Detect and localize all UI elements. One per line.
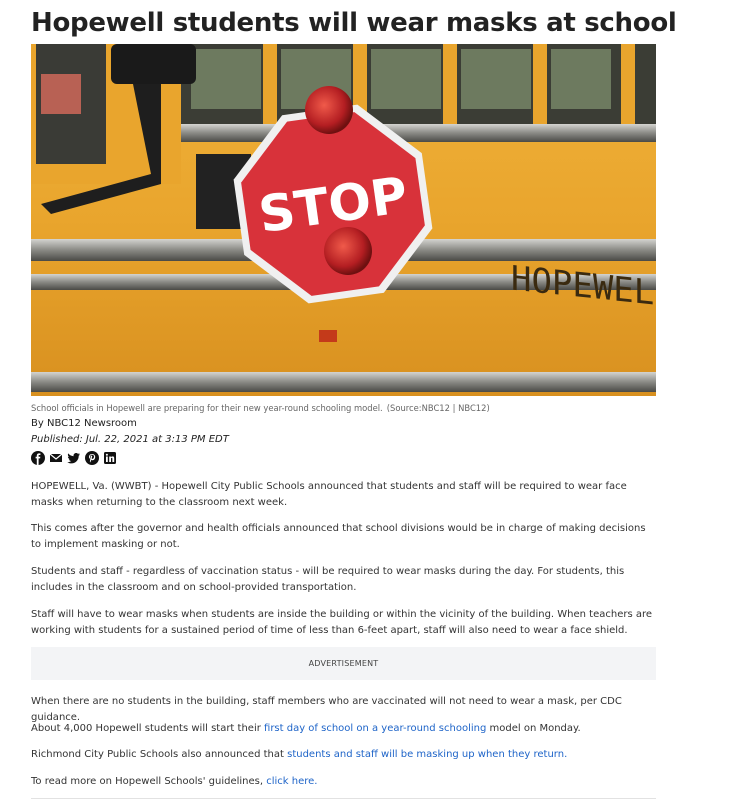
advertisement-slot: ADVERTISEMENT: [31, 647, 656, 680]
click-here-link[interactable]: click here.: [266, 776, 317, 787]
published-date: Published: Jul. 22, 2021 at 3:13 PM EDT: [31, 434, 229, 445]
article-paragraph: This comes after the governor and health…: [31, 523, 646, 550]
pinterest-icon[interactable]: [85, 450, 99, 465]
article-paragraph: About 4,000 Hopewell students will start…: [31, 721, 656, 737]
richmond-masking-link[interactable]: students and staff will be masking up wh…: [287, 749, 567, 760]
divider: [31, 798, 656, 799]
advertisement-label: ADVERTISEMENT: [308, 659, 379, 668]
image-caption-text: School officials in Hopewell are prepari…: [31, 403, 383, 413]
article-paragraph: Richmond City Public Schools also announ…: [31, 747, 656, 763]
linkedin-icon[interactable]: [103, 450, 117, 464]
article-hero-image: HOPEWELL CITY PU STOP: [31, 44, 656, 396]
byline: By NBC12 Newsroom: [31, 418, 137, 429]
image-credit: (Source:NBC12 | NBC12): [386, 403, 490, 413]
facebook-icon[interactable]: [31, 450, 45, 465]
article-paragraph: HOPEWELL, Va. (WWBT) - Hopewell City Pub…: [31, 481, 627, 508]
image-caption: School officials in Hopewell are prepari…: [31, 403, 490, 413]
email-icon[interactable]: [49, 450, 63, 464]
paragraph-text: About 4,000 Hopewell students will start…: [31, 723, 265, 734]
share-bar: [31, 450, 117, 465]
year-round-schooling-link[interactable]: first day of school on a year-round scho…: [264, 723, 486, 734]
paragraph-text: model on Monday.: [486, 723, 581, 734]
article-headline: Hopewell students will wear masks at sch…: [31, 8, 677, 38]
article-paragraph: To read more on Hopewell Schools' guidel…: [31, 774, 656, 790]
paragraph-text: To read more on Hopewell Schools' guidel…: [31, 776, 267, 787]
twitter-icon[interactable]: [67, 450, 81, 464]
paragraph-text: Richmond City Public Schools also announ…: [31, 749, 288, 760]
article-paragraph: Students and staff - regardless of vacci…: [31, 566, 625, 593]
article-paragraph: Staff will have to wear masks when stude…: [31, 609, 653, 636]
